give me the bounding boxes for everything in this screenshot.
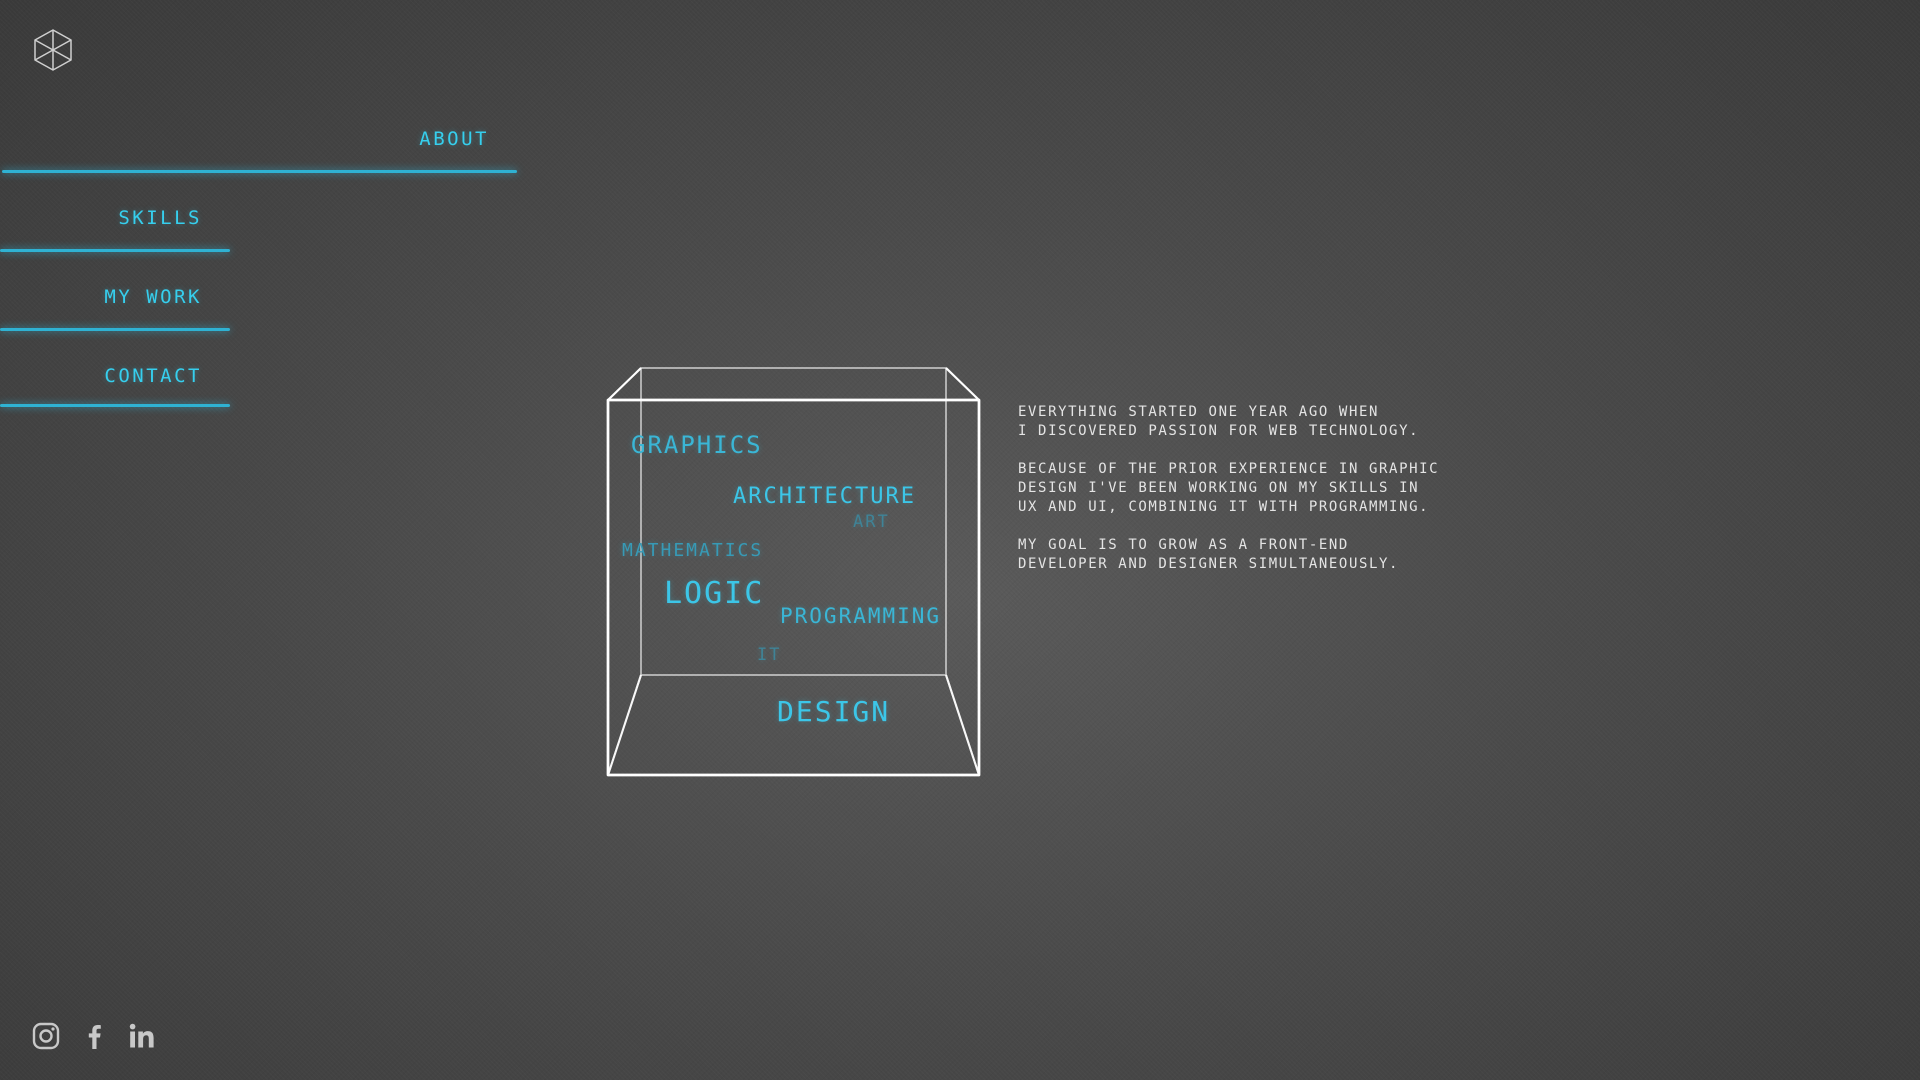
nav-underline	[0, 328, 230, 331]
cube-word-mathematics: MATHEMATICS	[622, 540, 764, 561]
nav-item-contact[interactable]: CONTACT	[0, 365, 230, 407]
nav-item-skills[interactable]: SKILLS	[0, 207, 230, 252]
cube-word-art: ART	[853, 512, 890, 532]
nav-underline	[2, 170, 517, 173]
nav-underline	[0, 249, 230, 252]
cube-word-design: DESIGN	[777, 695, 891, 728]
linkedin-icon[interactable]	[128, 1022, 156, 1050]
nav-item-label: ABOUT	[419, 128, 489, 150]
nav-item-label: SKILLS	[118, 207, 202, 229]
facebook-icon[interactable]	[80, 1022, 108, 1050]
nav-item-label: MY WORK	[104, 286, 202, 308]
about-paragraph: EVERYTHING STARTED ONE YEAR AGO WHEN I D…	[1018, 404, 1420, 439]
nav-item-my-work[interactable]: MY WORK	[0, 286, 230, 331]
cube-word-graphics: GRAPHICS	[631, 431, 763, 459]
social-links	[32, 1022, 156, 1050]
nav-item-label: CONTACT	[104, 365, 202, 387]
nav-item-about[interactable]: ABOUT	[0, 128, 517, 173]
instagram-icon[interactable]	[32, 1022, 60, 1050]
about-paragraph: BECAUSE OF THE PRIOR EXPERIENCE IN GRAPH…	[1018, 461, 1440, 515]
cube-word-logic: LOGIC	[664, 576, 765, 611]
cube-word-programming: PROGRAMMING	[780, 604, 942, 628]
skills-cube: GRAPHICS ARCHITECTURE ART MATHEMATICS LO…	[600, 360, 990, 780]
hexagon-cube-logo-icon[interactable]	[32, 28, 74, 72]
cube-word-architecture: ARCHITECTURE	[733, 484, 916, 509]
about-description: EVERYTHING STARTED ONE YEAR AGO WHEN I D…	[1018, 403, 1518, 593]
about-paragraph: MY GOAL IS TO GROW AS A FRONT-END DEVELO…	[1018, 537, 1400, 572]
cube-word-it: IT	[757, 645, 782, 665]
nav-underline	[0, 404, 230, 407]
